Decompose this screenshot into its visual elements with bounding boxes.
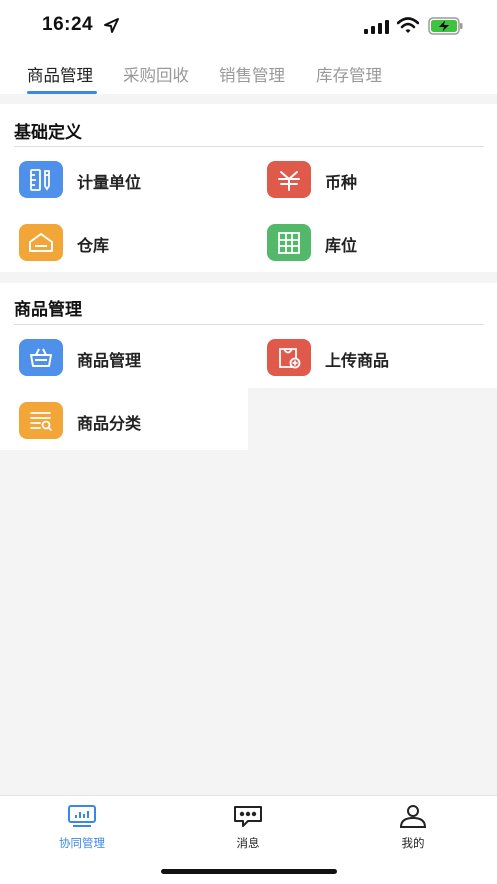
tab-sales-management[interactable]: 销售管理 xyxy=(219,62,285,86)
status-bar: 16:24 xyxy=(0,0,497,52)
home-indicator[interactable] xyxy=(161,869,337,874)
tab-purchase-recycle[interactable]: 采购回收 xyxy=(123,62,189,86)
location-arrow-icon xyxy=(103,17,120,38)
menu-item-measurement-unit[interactable]: 计量单位 xyxy=(19,161,249,221)
user-icon xyxy=(398,805,428,832)
bag-upload-icon xyxy=(267,339,311,376)
active-tab-indicator xyxy=(27,91,97,94)
menu-item-label: 计量单位 xyxy=(77,173,142,192)
tab-inventory-management[interactable]: 库存管理 xyxy=(316,62,382,86)
basket-icon xyxy=(19,339,63,376)
section-product-management: 商品管理 商品管理 上传商品 xyxy=(0,283,497,388)
top-tab-bar: 商品管理 采购回收 销售管理 库存管理 xyxy=(0,52,497,94)
section-divider xyxy=(14,146,484,147)
section-basic-definitions: 基础定义 计量单位 币种 仓库 库位 xyxy=(0,104,497,272)
menu-item-label: 上传商品 xyxy=(325,351,390,370)
nav-messages[interactable]: 消息 xyxy=(198,804,298,851)
section-divider xyxy=(14,324,484,325)
menu-item-label: 币种 xyxy=(325,173,358,192)
tab-product-management[interactable]: 商品管理 xyxy=(27,62,93,86)
menu-item-upload-product[interactable]: 上传商品 xyxy=(267,339,497,399)
menu-item-currency[interactable]: 币种 xyxy=(267,161,497,221)
nav-label: 我的 xyxy=(401,836,425,850)
menu-item-label: 库位 xyxy=(325,236,358,255)
section-product-management-row2: 商品分类 xyxy=(0,388,248,450)
nav-me[interactable]: 我的 xyxy=(363,804,463,851)
cellular-signal-icon xyxy=(364,19,390,38)
message-icon xyxy=(233,806,263,832)
wifi-icon xyxy=(396,17,420,38)
status-time: 16:24 xyxy=(42,14,94,35)
nav-label: 消息 xyxy=(236,836,260,850)
menu-item-label: 仓库 xyxy=(77,236,110,255)
menu-item-product-category[interactable]: 商品分类 xyxy=(19,402,249,462)
menu-item-storage-location[interactable]: 库位 xyxy=(267,224,497,284)
battery-charging-icon xyxy=(428,17,464,39)
warehouse-icon xyxy=(19,224,63,261)
menu-item-warehouse[interactable]: 仓库 xyxy=(19,224,249,284)
nav-collaboration[interactable]: 协同管理 xyxy=(32,804,132,851)
menu-item-label: 商品管理 xyxy=(77,351,142,370)
yen-currency-icon xyxy=(267,161,311,198)
nav-label: 协同管理 xyxy=(59,836,105,850)
menu-item-label: 商品分类 xyxy=(77,414,142,433)
list-search-icon xyxy=(19,402,63,439)
section-title: 基础定义 xyxy=(14,123,82,143)
dashboard-icon xyxy=(67,805,97,832)
section-title: 商品管理 xyxy=(14,300,82,320)
grid-shelf-icon xyxy=(267,224,311,261)
ruler-pencil-icon xyxy=(19,161,63,198)
